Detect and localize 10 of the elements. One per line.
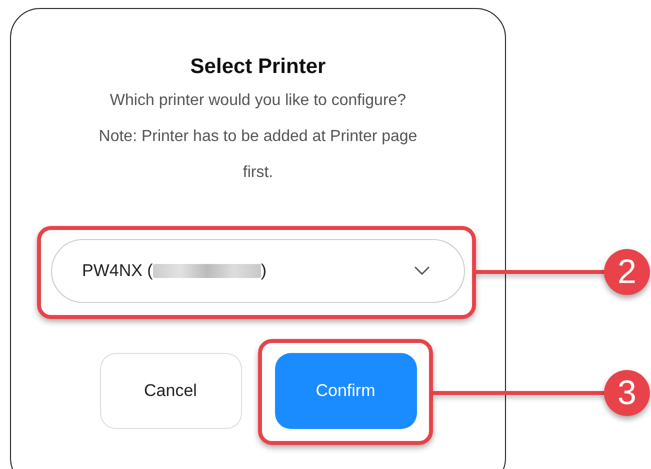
select-value-end: ) [260, 261, 267, 281]
question-text: Which printer would you like to configure? [108, 91, 408, 111]
printer-select[interactable]: PW4NX ( ) [51, 239, 465, 303]
note-text: Note: Printer has to be added at Printer page first. [98, 127, 418, 183]
dialog-title: Select Printer [190, 55, 326, 79]
select-value-start: PW4NX ( [82, 261, 153, 281]
callout-number: 2 [604, 249, 650, 295]
cancel-button[interactable]: Cancel [100, 353, 242, 429]
chevron-down-icon [414, 266, 430, 276]
callout-number: 3 [604, 370, 650, 416]
